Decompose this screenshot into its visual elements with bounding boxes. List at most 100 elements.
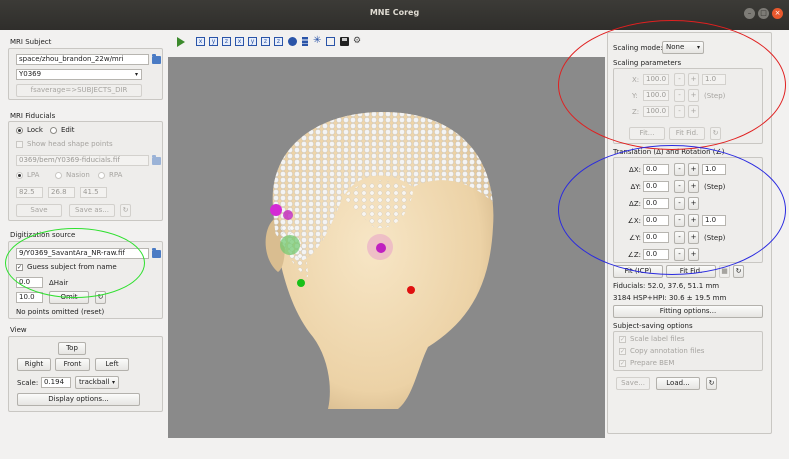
lpa-label: LPA (27, 171, 40, 179)
settings-icon[interactable]: ⚙ (353, 36, 361, 46)
view-iso-icon[interactable]: z (274, 37, 283, 46)
trans-step-field[interactable]: 1.0 (702, 164, 726, 175)
ry-minus[interactable]: - (674, 231, 685, 244)
omit-button[interactable]: Omit (49, 291, 89, 304)
lpa-radio[interactable] (16, 172, 23, 179)
scale-y-plus[interactable]: + (688, 89, 699, 102)
fit-fid-button[interactable]: Fit Fid. (666, 265, 716, 278)
edit-radio[interactable] (50, 127, 57, 134)
rz-plus[interactable]: + (688, 248, 699, 261)
view-top-button[interactable]: Top (58, 342, 86, 355)
load-reset-icon[interactable]: ↻ (706, 377, 717, 390)
folder-icon[interactable] (152, 248, 161, 258)
close-icon[interactable]: × (772, 8, 783, 19)
dz-field[interactable]: 0.0 (643, 198, 669, 209)
mri-subject-box: space/zhou_brandon_22w/mri Y0369 ▾ fsaver… (8, 48, 163, 100)
omit-distance-field[interactable]: 10.0 (16, 292, 43, 303)
dz-plus[interactable]: + (688, 197, 699, 210)
fit-icp-button[interactable]: Fit (ICP) (613, 265, 663, 278)
view-x-neg-icon[interactable]: x (235, 37, 244, 46)
subject-saving-title: Subject-saving options (613, 322, 693, 330)
play-icon[interactable] (177, 37, 185, 47)
view-front-button[interactable]: Front (55, 358, 90, 371)
rpa-radio[interactable] (98, 172, 105, 179)
dz-minus[interactable]: - (674, 197, 685, 210)
lock-radio[interactable] (16, 127, 23, 134)
scale-z-plus[interactable]: + (688, 105, 699, 118)
view-z-icon[interactable]: z (222, 37, 231, 46)
scale-reset-icon[interactable]: ↻ (710, 127, 721, 140)
dx-plus[interactable]: + (688, 163, 699, 176)
fid-z-field[interactable]: 41.5 (80, 187, 107, 198)
dx-minus[interactable]: - (674, 163, 685, 176)
scale-z-field[interactable]: 100.0 (643, 106, 669, 117)
dig-file-field[interactable]: 9/Y0369_SavantAra_NR-raw.fif (16, 248, 149, 259)
view-y-icon[interactable]: y (209, 37, 218, 46)
view-y-neg-icon[interactable]: y (248, 37, 257, 46)
view-z-neg-icon[interactable]: z (261, 37, 270, 46)
show-head-shape-checkbox[interactable] (16, 141, 23, 148)
hair-field[interactable]: 0.0 (16, 277, 43, 288)
copy-annotation-label: Copy annotation files (630, 347, 705, 355)
fit-reset-icon[interactable]: ↻ (733, 265, 744, 278)
prepare-bem-checkbox[interactable]: ✓ (619, 360, 626, 367)
reset-icon[interactable]: ↻ (120, 204, 131, 217)
rz-label: ∠Z: (627, 251, 641, 259)
scale-x-plus[interactable]: + (688, 73, 699, 86)
fid-save-button[interactable]: Save (16, 204, 62, 217)
reset-icon[interactable]: ↻ (95, 291, 106, 304)
save-icon[interactable] (340, 37, 349, 46)
3d-viewport[interactable] (168, 57, 605, 438)
nasion-radio[interactable] (55, 172, 62, 179)
scale-field[interactable]: 0.194 (41, 377, 71, 388)
rot-step-field[interactable]: 1.0 (702, 215, 726, 226)
scale-step-field[interactable]: 1.0 (702, 74, 726, 85)
view-x-icon[interactable]: x (196, 37, 205, 46)
fid-save-as-button[interactable]: Save as... (69, 204, 115, 217)
scale-labels-checkbox[interactable]: ✓ (619, 336, 626, 343)
fitting-options-button[interactable]: Fitting options... (613, 305, 763, 318)
view-right-button[interactable]: Right (17, 358, 51, 371)
minimize-icon[interactable]: – (744, 8, 755, 19)
view-left-button[interactable]: Left (95, 358, 129, 371)
rx-plus[interactable]: + (688, 214, 699, 227)
axes-icon[interactable]: ✳ (313, 35, 321, 46)
fsaverage-button[interactable]: fsaverage=>SUBJECTS_DIR (16, 84, 142, 97)
folder-icon[interactable] (152, 54, 161, 64)
fullscreen-icon[interactable] (326, 37, 335, 46)
sphere-icon[interactable] (288, 37, 297, 46)
scale-x-field[interactable]: 100.0 (643, 74, 669, 85)
display-options-button[interactable]: Display options... (17, 393, 140, 406)
dy-minus[interactable]: - (674, 180, 685, 193)
fid-x-field[interactable]: 82.5 (16, 187, 43, 198)
scale-y-field[interactable]: 100.0 (643, 90, 669, 101)
scaling-mode-combo[interactable]: None ▾ (662, 41, 704, 54)
rz-field[interactable]: 0.0 (643, 249, 669, 260)
save-subject-button[interactable]: Save... (616, 377, 650, 390)
scale-fit-button[interactable]: Fit... (629, 127, 665, 140)
scale-z-minus[interactable]: - (674, 105, 685, 118)
rx-field[interactable]: 0.0 (643, 215, 669, 226)
scale-fit-fid-button[interactable]: Fit Fid. (669, 127, 705, 140)
dy-field[interactable]: 0.0 (643, 181, 669, 192)
mode-combo[interactable]: trackball ▾ (75, 376, 119, 389)
rz-minus[interactable]: - (674, 248, 685, 261)
folder-icon[interactable] (152, 155, 161, 165)
subject-combo[interactable]: Y0369 ▾ (16, 69, 142, 80)
dy-plus[interactable]: + (688, 180, 699, 193)
ry-field[interactable]: 0.0 (643, 232, 669, 243)
fit-stop-icon[interactable]: ■ (719, 265, 730, 278)
fiducials-file-field[interactable]: 0369/bem/Y0369-fiducials.fif (16, 155, 149, 166)
copy-annotation-checkbox[interactable]: ✓ (619, 348, 626, 355)
ry-plus[interactable]: + (688, 231, 699, 244)
fid-y-field[interactable]: 26.8 (48, 187, 75, 198)
guess-subject-checkbox[interactable]: ✓ (16, 264, 23, 271)
dx-field[interactable]: 0.0 (643, 164, 669, 175)
subjects-dir-field[interactable]: space/zhou_brandon_22w/mri (16, 54, 149, 65)
load-button[interactable]: Load... (656, 377, 700, 390)
maximize-icon[interactable]: □ (758, 8, 769, 19)
rx-minus[interactable]: - (674, 214, 685, 227)
scale-y-minus[interactable]: - (674, 89, 685, 102)
parallel-icon[interactable] (302, 37, 308, 46)
scale-x-minus[interactable]: - (674, 73, 685, 86)
